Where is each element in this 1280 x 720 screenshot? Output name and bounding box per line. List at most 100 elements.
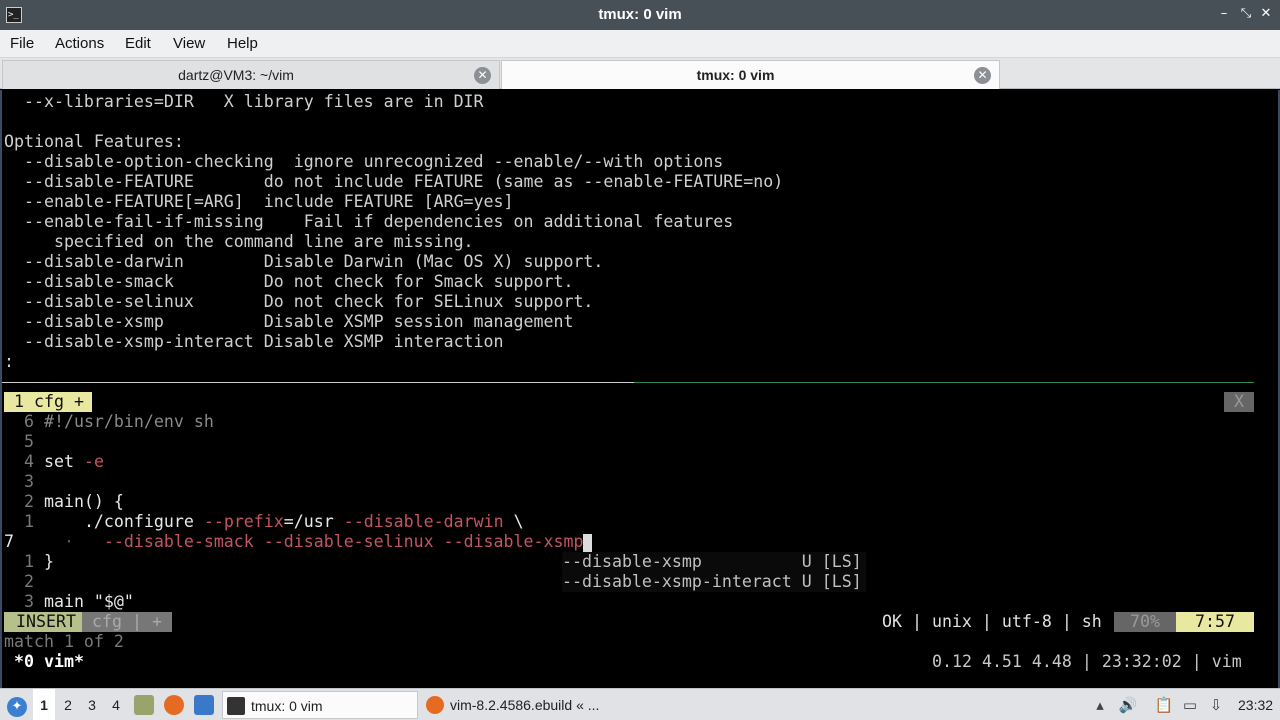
line-number: 1 bbox=[23, 512, 34, 531]
close-window-button[interactable]: ✕ bbox=[1258, 5, 1274, 23]
taskbar: ✦ 1 2 3 4 tmux: 0 vim vim-8.2.4586.ebuil… bbox=[0, 688, 1280, 720]
vim-file-indicator: cfg | + bbox=[82, 612, 172, 632]
vim-mode-indicator: INSERT bbox=[4, 612, 88, 632]
tmux-status-right: 0.12 4.51 4.48 | 23:32:02 | vim bbox=[932, 652, 1242, 671]
text-cursor bbox=[583, 533, 593, 552]
firefox-icon[interactable] bbox=[164, 695, 184, 715]
line-number: 6 bbox=[23, 412, 34, 431]
tab-bar: dartz@VM3: ~/vim ✕ tmux: 0 vim ✕ bbox=[0, 58, 1280, 89]
menu-file[interactable]: File bbox=[10, 35, 34, 52]
line-number: 3 bbox=[23, 472, 34, 491]
code-line: 4 set -e bbox=[4, 452, 104, 472]
code-line: 2 main() { bbox=[4, 492, 124, 512]
terminal-icon bbox=[227, 697, 245, 715]
code-line-current: 7 · --disable-smack --disable-selinux --… bbox=[4, 532, 593, 552]
code-text: #!/usr/bin/env sh bbox=[43, 412, 214, 431]
help-line: --disable-xsmp Disable XSMP session mana… bbox=[4, 312, 574, 331]
vim-file-info: OK | unix | utf-8 | sh bbox=[882, 612, 1102, 631]
desktop-2[interactable]: 2 bbox=[57, 689, 79, 720]
tab-tmux-vim[interactable]: tmux: 0 vim ✕ bbox=[501, 60, 1000, 89]
completion-item[interactable]: --disable-xsmp-interact U [LS] bbox=[562, 572, 866, 592]
help-line: --disable-selinux Do not check for SELin… bbox=[4, 292, 594, 311]
help-line: --disable-FEATURE do not include FEATURE… bbox=[4, 172, 784, 191]
menu-view[interactable]: View bbox=[173, 35, 205, 52]
terminal-area[interactable]: --x-libraries=DIR X library files are in… bbox=[0, 90, 1280, 688]
line-number: 4 bbox=[23, 452, 34, 471]
code-line: 2 bbox=[4, 572, 34, 592]
line-number: 3 bbox=[23, 592, 34, 611]
line-number: 2 bbox=[23, 492, 34, 511]
code-text: \ bbox=[503, 512, 524, 531]
code-text: main "$@" bbox=[43, 592, 134, 611]
show-desktop-icon[interactable] bbox=[194, 695, 214, 715]
code-option: --disable-darwin bbox=[343, 512, 504, 531]
menu-help[interactable]: Help bbox=[227, 35, 258, 52]
task-firefox-ebuild[interactable]: vim-8.2.4586.ebuild « ... bbox=[422, 691, 622, 719]
minimize-button[interactable]: – bbox=[1216, 5, 1232, 23]
help-line: --x-libraries=DIR X library files are in… bbox=[4, 92, 484, 111]
tab-close-icon[interactable]: ✕ bbox=[474, 67, 491, 84]
help-line: --disable-darwin Disable Darwin (Mac OS … bbox=[4, 252, 604, 271]
line-number: 2 bbox=[23, 572, 34, 591]
menu-actions[interactable]: Actions bbox=[55, 35, 104, 52]
line-number: 5 bbox=[23, 432, 34, 451]
code-line: 1 ./configure --prefix=/usr --disable-da… bbox=[4, 512, 524, 532]
vim-message: match 1 of 2 bbox=[4, 632, 124, 651]
tab-close-icon[interactable]: ✕ bbox=[974, 67, 991, 84]
help-line: --disable-smack Do not check for Smack s… bbox=[4, 272, 574, 291]
code-line: 1 } bbox=[4, 552, 54, 572]
pane-divider[interactable] bbox=[2, 382, 634, 383]
volume-icon[interactable]: 🔊 bbox=[1118, 695, 1138, 715]
code-text: main() { bbox=[43, 492, 124, 511]
code-text: set bbox=[43, 452, 84, 471]
task-label: vim-8.2.4586.ebuild « ... bbox=[450, 697, 600, 713]
pane-divider-active[interactable] bbox=[634, 382, 1254, 383]
desktop-1[interactable]: 1 bbox=[33, 689, 55, 720]
vim-scroll-percent: 70% bbox=[1114, 612, 1176, 632]
vim-cursor-position: 7:57 bbox=[1176, 612, 1254, 632]
code-line: 6 #!/usr/bin/env sh bbox=[4, 412, 214, 432]
firefox-icon bbox=[426, 696, 444, 714]
help-line: --enable-FEATURE[=ARG] include FEATURE [… bbox=[4, 192, 514, 211]
desktop-4[interactable]: 4 bbox=[105, 689, 127, 720]
pager-prompt: : bbox=[4, 352, 14, 371]
title-bar: >_ tmux: 0 vim – ⤡ ✕ bbox=[0, 0, 1280, 30]
code-text: =/usr bbox=[283, 512, 344, 531]
code-line: 3 main "$@" bbox=[4, 592, 134, 612]
task-label: tmux: 0 vim bbox=[251, 698, 323, 714]
help-line: specified on the command line are missin… bbox=[4, 232, 474, 251]
help-line: --disable-xsmp-interact Disable XSMP int… bbox=[4, 332, 504, 351]
tab-label: tmux: 0 vim bbox=[696, 67, 775, 83]
line-number: 1 bbox=[23, 552, 34, 571]
updates-icon[interactable]: ⇩ bbox=[1206, 695, 1226, 715]
tmux-window-tab[interactable]: *0 vim* bbox=[14, 652, 84, 672]
completion-item[interactable]: --disable-xsmp U [LS] bbox=[562, 552, 866, 572]
maximize-button[interactable]: ⤡ bbox=[1238, 5, 1254, 23]
vim-tab-close[interactable]: X bbox=[1224, 392, 1254, 412]
code-option: --disable-smack --disable-selinux --disa… bbox=[73, 532, 584, 551]
indent-marker: · bbox=[14, 532, 74, 551]
file-manager-icon[interactable] bbox=[134, 695, 154, 715]
help-line: --disable-option-checking ignore unrecog… bbox=[4, 152, 724, 171]
code-option: -e bbox=[83, 452, 104, 471]
tab-dartz-vim[interactable]: dartz@VM3: ~/vim ✕ bbox=[2, 60, 500, 89]
vim-tab-cfg[interactable]: 1 cfg + bbox=[4, 392, 92, 412]
tray-up-icon[interactable]: ▴ bbox=[1090, 695, 1110, 715]
clipboard-icon[interactable]: 📋 bbox=[1154, 695, 1174, 715]
window-title: tmux: 0 vim bbox=[598, 6, 682, 23]
tab-label: dartz@VM3: ~/vim bbox=[178, 67, 294, 83]
help-line: --enable-fail-if-missing Fail if depende… bbox=[4, 212, 734, 231]
clock[interactable]: 23:32 bbox=[1238, 689, 1273, 720]
task-tmux-vim[interactable]: tmux: 0 vim bbox=[222, 691, 418, 719]
code-option: --prefix bbox=[203, 512, 284, 531]
code-line: 5 bbox=[4, 432, 34, 452]
desktop-3[interactable]: 3 bbox=[81, 689, 103, 720]
start-menu-icon[interactable]: ✦ bbox=[4, 689, 30, 720]
code-text: } bbox=[43, 552, 54, 571]
code-text: ./configure bbox=[43, 512, 204, 531]
menu-edit[interactable]: Edit bbox=[125, 35, 151, 52]
help-line: Optional Features: bbox=[4, 132, 184, 151]
code-line: 3 bbox=[4, 472, 34, 492]
current-line-number: 7 bbox=[4, 532, 14, 551]
screen-icon[interactable]: ▭ bbox=[1180, 695, 1200, 715]
